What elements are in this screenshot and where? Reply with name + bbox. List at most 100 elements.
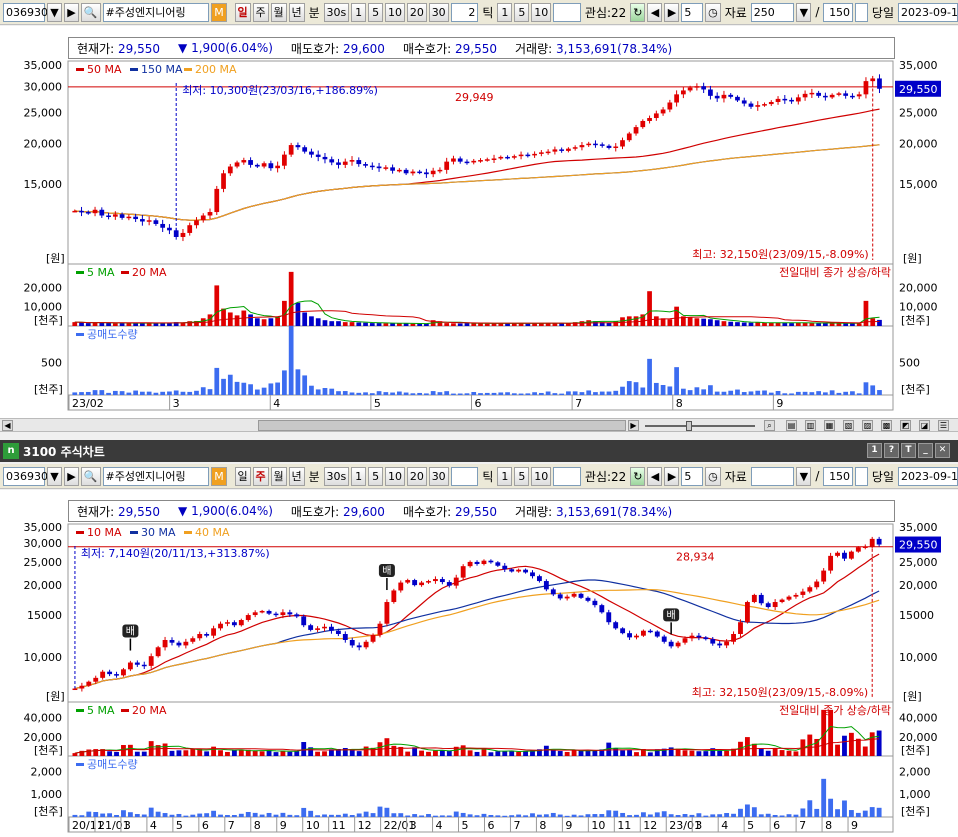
minimize-icon[interactable]: _ [918,443,933,458]
refresh-icon[interactable]: ↻ [630,2,646,22]
next-stock-button[interactable]: ▶ [64,2,79,22]
today-checkbox[interactable] [855,2,868,22]
interval-1-button[interactable]: 1 [351,2,367,22]
m-icon[interactable]: M [211,466,227,486]
tool-icon-3[interactable]: ▦ [824,420,835,431]
tool-icon-7[interactable]: ◩ [900,420,911,431]
tick-custom-input[interactable] [553,466,581,486]
prev-icon[interactable]: ◀ [647,466,663,486]
period-week-tab[interactable]: 주 [252,2,269,22]
dropdown-arrow-icon[interactable]: ▼ [47,466,62,486]
interval-5-button[interactable]: 5 [368,2,384,22]
tick-input[interactable]: 2 [450,2,479,22]
window-question-button[interactable]: ? [884,443,899,458]
tick-5-button[interactable]: 5 [514,466,530,486]
period-day-tab[interactable]: 일 [234,466,251,486]
scroll-right-icon[interactable]: ▶ [628,420,639,431]
close-icon[interactable]: ✕ [935,443,950,458]
clock-icon[interactable]: ◷ [705,2,721,22]
daily-candlestick-chart[interactable]: 35,00035,00030,00030,00025,00025,00020,0… [0,26,958,418]
chart-scrollbar[interactable]: ◀ ▶ ⌕ ▤ ▥ ▦ ▧ ▨ ▩ ◩ ◪ ☰ [0,418,958,432]
stock-code-input[interactable]: 036930 [3,466,48,486]
interval-30-button[interactable]: 30 [428,2,449,22]
volume-bar [828,709,834,756]
tool-icon-2[interactable]: ▥ [805,420,816,431]
short-bar [99,390,105,395]
tick-1-button[interactable]: 1 [497,2,513,22]
scroll-left-icon[interactable]: ◀ [2,420,13,431]
period-year-tab[interactable]: 년 [288,2,305,22]
volume-bar [231,750,237,756]
next-icon[interactable]: ▶ [664,2,680,22]
refresh-icon[interactable]: ↻ [630,466,646,486]
data-count-select[interactable]: 250 [750,2,795,22]
date-input[interactable]: 2023-09-1 [898,2,958,22]
seconds-button[interactable]: 30s [323,466,350,486]
window-one-button[interactable]: 1 [867,443,882,458]
volume-bar [451,323,456,326]
data-count-select[interactable] [750,466,795,486]
stock-name-field[interactable]: #주성엔지니어링 [102,466,210,486]
candle-body [419,582,424,586]
candle-body [403,169,409,174]
zoom-slider-track[interactable] [645,425,755,427]
next-stock-button[interactable]: ▶ [64,466,79,486]
scroll-thumb[interactable] [258,420,626,431]
period-month-tab[interactable]: 월 [270,2,287,22]
stock-code-input[interactable]: 036930 [3,2,48,22]
date-input[interactable]: 2023-09-1 [898,466,958,486]
tick-1-button[interactable]: 1 [497,466,513,486]
interval-30-button[interactable]: 30 [428,466,449,486]
m-icon[interactable]: M [211,2,227,22]
short-bar [302,375,308,395]
tool-icon-6[interactable]: ▩ [881,420,892,431]
chevron-down-icon[interactable]: ▼ [796,2,812,22]
app-logo-icon: n [3,443,19,459]
window-tile-button[interactable]: T [901,443,916,458]
volume-bar [728,321,734,326]
tool-icon-9[interactable]: ☰ [938,420,949,431]
short-bar [836,392,842,395]
period-year-tab[interactable]: 년 [288,466,305,486]
short-bar [559,393,565,395]
interval-5-button[interactable]: 5 [368,466,384,486]
short-bar [363,811,369,817]
spin-input[interactable]: 5 [681,466,704,486]
tick-5-button[interactable]: 5 [514,2,530,22]
prev-icon[interactable]: ◀ [647,2,663,22]
tick-10-button[interactable]: 10 [531,2,552,22]
interval-20-button[interactable]: 20 [406,2,427,22]
short-bar [155,811,161,817]
period-month-tab[interactable]: 월 [270,466,287,486]
seconds-button[interactable]: 30s [323,2,350,22]
tool-icon-1[interactable]: ▤ [786,420,797,431]
volume-bar [762,322,767,326]
period-week-tab[interactable]: 주 [252,466,269,486]
tick-input[interactable] [450,466,479,486]
tool-icon-5[interactable]: ▨ [862,420,873,431]
weekly-candlestick-chart[interactable]: 35,00035,00030,00030,00025,00025,00020,0… [0,490,958,837]
zoom-slider-handle[interactable] [686,421,692,431]
interval-10-button[interactable]: 10 [385,2,405,22]
dropdown-arrow-icon[interactable]: ▼ [47,2,62,22]
interval-10-button[interactable]: 10 [385,466,405,486]
interval-1-button[interactable]: 1 [351,466,367,486]
tick-custom-input[interactable] [553,2,581,22]
data-max-input[interactable]: 150 [823,2,854,22]
period-day-tab[interactable]: 일 [234,2,251,22]
data-max-input[interactable]: 150 [823,466,854,486]
zoom-icon[interactable]: ⌕ [764,420,775,431]
tool-icon-8[interactable]: ◪ [919,420,930,431]
tool-icon-4[interactable]: ▧ [843,420,854,431]
interval-20-button[interactable]: 20 [406,466,427,486]
volume-bar [160,323,166,326]
search-icon[interactable]: 🔍 [81,2,101,22]
today-checkbox[interactable] [855,466,868,486]
stock-name-field[interactable]: #주성엔지니어링 [102,2,210,22]
spin-input[interactable]: 5 [681,2,704,22]
tick-10-button[interactable]: 10 [531,466,552,486]
chevron-down-icon[interactable]: ▼ [796,466,812,486]
clock-icon[interactable]: ◷ [705,466,721,486]
search-icon[interactable]: 🔍 [81,466,101,486]
next-icon[interactable]: ▶ [664,466,680,486]
